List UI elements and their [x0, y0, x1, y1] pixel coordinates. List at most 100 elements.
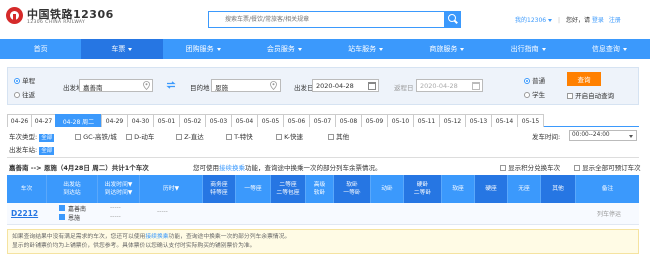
calendar-icon[interactable] — [472, 82, 480, 90]
points-checkbox[interactable] — [500, 165, 506, 171]
transfer-link[interactable]: 接续换乘 — [219, 164, 245, 172]
auto-query-option[interactable]: 开启自动查询 — [567, 90, 614, 100]
date-tab[interactable]: 05-03 — [205, 114, 232, 127]
date-tab[interactable]: 05-04 — [231, 114, 258, 127]
nav-item-group[interactable]: 团购服务 — [163, 39, 244, 59]
date-tab[interactable]: 05-10 — [387, 114, 414, 127]
date-tab[interactable]: 05-13 — [465, 114, 492, 127]
greeting-text: 您好，请 — [565, 17, 590, 24]
auto-query-checkbox[interactable] — [567, 93, 573, 99]
col-hard-sleeper: 硬卧 二等卧 — [404, 175, 442, 203]
to-station: 恩施 — [68, 215, 81, 222]
type-option-gc[interactable]: GC-高铁/城 — [75, 131, 117, 141]
date-tab[interactable]: 05-12 — [439, 114, 466, 127]
login-link[interactable]: 登录 — [592, 17, 604, 24]
date-tab[interactable]: 04-29 — [101, 114, 128, 127]
type-checkbox[interactable] — [75, 134, 81, 140]
show-bookable-option[interactable]: 显示全部可预订车次 — [574, 162, 641, 172]
depart-time-select[interactable]: 00:00--24:00 — [569, 130, 637, 141]
notice-box: 如果查询结果中没有满足需求的车次，您还可以使用接续换乘功能，查询途中换乘一次的部… — [7, 229, 639, 254]
query-button[interactable]: 查询 — [567, 72, 601, 86]
top-links: 我的12306 | 您好，请 登录 注册 — [515, 17, 621, 24]
date-tab[interactable]: 05-14 — [491, 114, 518, 127]
date-tab-selected[interactable]: 04-28 周二 — [55, 114, 102, 127]
trip-round-option[interactable]: 往返 — [14, 89, 35, 99]
transfer-tip: 您可使用接续换乘功能，查询途中换乘一次的部分列车余票情况。 — [193, 164, 382, 172]
col-hard-seat: 硬座 — [475, 175, 508, 203]
type-checkbox[interactable] — [328, 134, 334, 140]
nav-item-station[interactable]: 站车服务 — [325, 39, 406, 59]
show-points-option[interactable]: 显示积分兑换车次 — [500, 162, 560, 172]
type-option-k[interactable]: K-快速 — [276, 131, 303, 141]
col-stations: 出发站 到达站 — [47, 175, 98, 203]
chevron-down-icon — [379, 47, 384, 51]
type-option-z[interactable]: Z-直达 — [176, 131, 204, 141]
arrival-station-badge — [59, 214, 65, 220]
trip-oneway-option[interactable]: 单程 — [14, 75, 35, 85]
type-checkbox[interactable] — [226, 134, 232, 140]
date-tab[interactable]: 04-27 — [31, 114, 56, 127]
transfer-link[interactable]: 接续换乘 — [145, 234, 168, 240]
date-tab[interactable]: 04-30 — [127, 114, 154, 127]
date-tab[interactable]: 05-07 — [309, 114, 336, 127]
col-soft-sleeper: 软卧 一等卧 — [334, 175, 371, 203]
col-duration[interactable]: 历时▼ — [140, 175, 203, 203]
depart-station-label: 出发车站: — [9, 146, 38, 154]
main-nav: 首页 车票 团购服务 会员服务 站车服务 商旅服务 出行指南 信息查询 — [0, 39, 650, 59]
bookable-checkbox[interactable] — [574, 165, 580, 171]
chevron-down-icon — [297, 47, 302, 51]
chevron-down-icon — [460, 47, 465, 51]
nav-item-info[interactable]: 信息查询 — [569, 39, 650, 59]
return-date-label: 返程日 — [394, 84, 414, 92]
date-tab[interactable]: 05-02 — [179, 114, 206, 127]
route-summary: 嘉善南 --> 恩施（4月28日 周二）共计1个车次 — [9, 164, 149, 172]
radio-normal[interactable] — [524, 78, 530, 84]
date-tab[interactable]: 05-15 — [517, 114, 544, 127]
col-first: 一等座 — [236, 175, 271, 203]
chevron-down-icon — [548, 19, 553, 22]
nav-item-tickets[interactable]: 车票 — [81, 39, 163, 59]
radio-round[interactable] — [14, 92, 20, 98]
col-times[interactable]: 出发时间▼ 到达时间▼ — [98, 175, 140, 203]
remark: 列车停运 — [597, 211, 622, 218]
from-station: 嘉善南 — [68, 206, 87, 213]
date-tab[interactable]: 05-09 — [361, 114, 388, 127]
date-tab[interactable]: 05-11 — [413, 114, 440, 127]
calendar-icon[interactable] — [368, 82, 376, 90]
my-12306-link[interactable]: 我的12306 — [515, 17, 546, 24]
depart-station-filter: 出发车站: 全部 — [9, 144, 55, 155]
type-option-d[interactable]: D-动车 — [126, 131, 154, 141]
col-soft-seat: 软座 — [442, 175, 475, 203]
type-checkbox[interactable] — [176, 134, 182, 140]
nav-item-home[interactable]: 首页 — [0, 39, 81, 59]
from-station-field[interactable]: 嘉善南 — [79, 79, 153, 92]
nav-item-business[interactable]: 商旅服务 — [406, 39, 487, 59]
search-input[interactable] — [225, 14, 425, 25]
radio-student[interactable] — [524, 92, 530, 98]
date-tab[interactable]: 05-01 — [153, 114, 180, 127]
table-row[interactable]: D2212 嘉善南 恩施 ----- ----- ----- 列车停运 — [7, 203, 639, 225]
nav-item-guide[interactable]: 出行指南 — [488, 39, 569, 59]
register-link[interactable]: 注册 — [609, 17, 621, 24]
date-tab[interactable]: 04-26 — [7, 114, 32, 127]
site-search[interactable] — [208, 11, 456, 28]
swap-stations-icon[interactable] — [166, 81, 176, 89]
select-all-stations-button[interactable]: 全部 — [39, 147, 55, 155]
train-number[interactable]: D2212 — [11, 209, 38, 218]
select-all-types-button[interactable]: 全部 — [39, 134, 55, 142]
type-option-t[interactable]: T-特快 — [226, 131, 253, 141]
nav-item-member[interactable]: 会员服务 — [244, 39, 325, 59]
ticket-type-student[interactable]: 学生 — [524, 89, 545, 99]
date-tab[interactable]: 05-08 — [335, 114, 362, 127]
notice-line-2: 显示的卧铺票价均为上铺票价，供您参考。具体票价以您确认支付时实际购买的铺别票价为… — [12, 243, 256, 249]
date-tab[interactable]: 05-06 — [283, 114, 310, 127]
duration: ----- — [157, 208, 168, 215]
search-icon[interactable] — [444, 11, 461, 28]
type-option-other[interactable]: 其他 — [328, 131, 349, 141]
type-checkbox[interactable] — [126, 134, 132, 140]
radio-oneway[interactable] — [14, 78, 20, 84]
type-checkbox[interactable] — [276, 134, 282, 140]
arrive-time: ----- — [110, 213, 121, 220]
date-tab[interactable]: 05-05 — [257, 114, 284, 127]
ticket-type-normal[interactable]: 普通 — [524, 75, 545, 85]
